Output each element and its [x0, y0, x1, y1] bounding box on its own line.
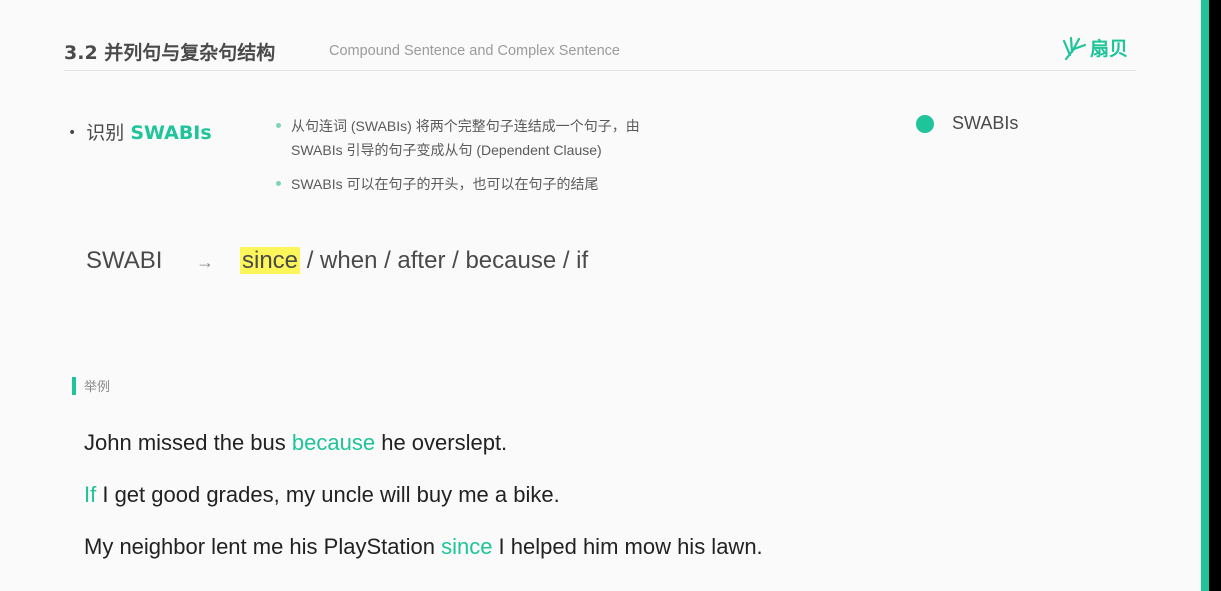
example-sentence: John missed the bus because he overslept… — [84, 428, 763, 480]
arrow-right-icon: → — [196, 252, 214, 272]
sub-point: 从句连词 (SWABIs) 将两个完整句子连结成一个句子，由 SWABIs 引导… — [276, 114, 666, 162]
bullet-label: 识别 — [86, 122, 125, 144]
header-divider — [64, 70, 1136, 71]
swabi-label: SWABI — [86, 247, 163, 274]
sentence-keyword: because — [291, 430, 376, 455]
legend: SWABIs — [916, 113, 1018, 134]
sentence-keyword: since — [441, 534, 493, 559]
slide: 3.2 并列句与复杂句结构 Compound Sentence and Comp… — [0, 0, 1201, 591]
example-sentence: My neighbor lent me his PlayStation sinc… — [84, 532, 763, 584]
logo-text: 扇贝 — [1090, 38, 1129, 60]
bullet-dot: • — [68, 125, 77, 141]
swabi-word-list: / when / after / because / if — [300, 247, 589, 274]
swabi-row: SWABI → since / when / after / because /… — [86, 247, 588, 275]
page-subtitle: Compound Sentence and Complex Sentence — [329, 43, 620, 59]
accent-sidebar-strip — [1201, 0, 1209, 591]
example-tag-bar — [72, 376, 76, 395]
highlighted-word: since — [240, 247, 301, 274]
page-title: 3.2 并列句与复杂句结构 — [64, 42, 276, 64]
example-sentence: If I get good grades, my uncle will buy … — [84, 480, 763, 532]
leaf-sprout-icon — [1062, 36, 1087, 60]
sub-point: SWABIs 可以在句子的开头，也可以在句子的结尾 — [276, 172, 666, 196]
bullet-identify: • 识别 SWABIs — [68, 118, 212, 145]
legend-swatch — [916, 114, 934, 133]
sentence-text: I helped him mow his lawn. — [492, 534, 763, 559]
sentence-text: John missed the bus — [84, 430, 292, 455]
sentence-text: I get good grades, my uncle will buy me … — [96, 482, 560, 507]
swabi-words: since / when / after / because / if — [240, 247, 588, 275]
sentence-keyword: If — [84, 482, 97, 507]
sentence-text: My neighbor lent me his PlayStation — [84, 534, 442, 559]
example-sentences: John missed the bus because he overslept… — [84, 428, 763, 584]
bullet-keyword: SWABIs — [130, 122, 212, 144]
example-tag: 举例 — [72, 376, 110, 395]
legend-label: SWABIs — [952, 113, 1019, 133]
example-tag-label: 举例 — [84, 380, 111, 395]
sentence-text: he overslept. — [375, 430, 508, 455]
sub-point-list: 从句连词 (SWABIs) 将两个完整句子连结成一个句子，由 SWABIs 引导… — [276, 114, 666, 206]
logo: 扇贝 — [1060, 34, 1128, 61]
